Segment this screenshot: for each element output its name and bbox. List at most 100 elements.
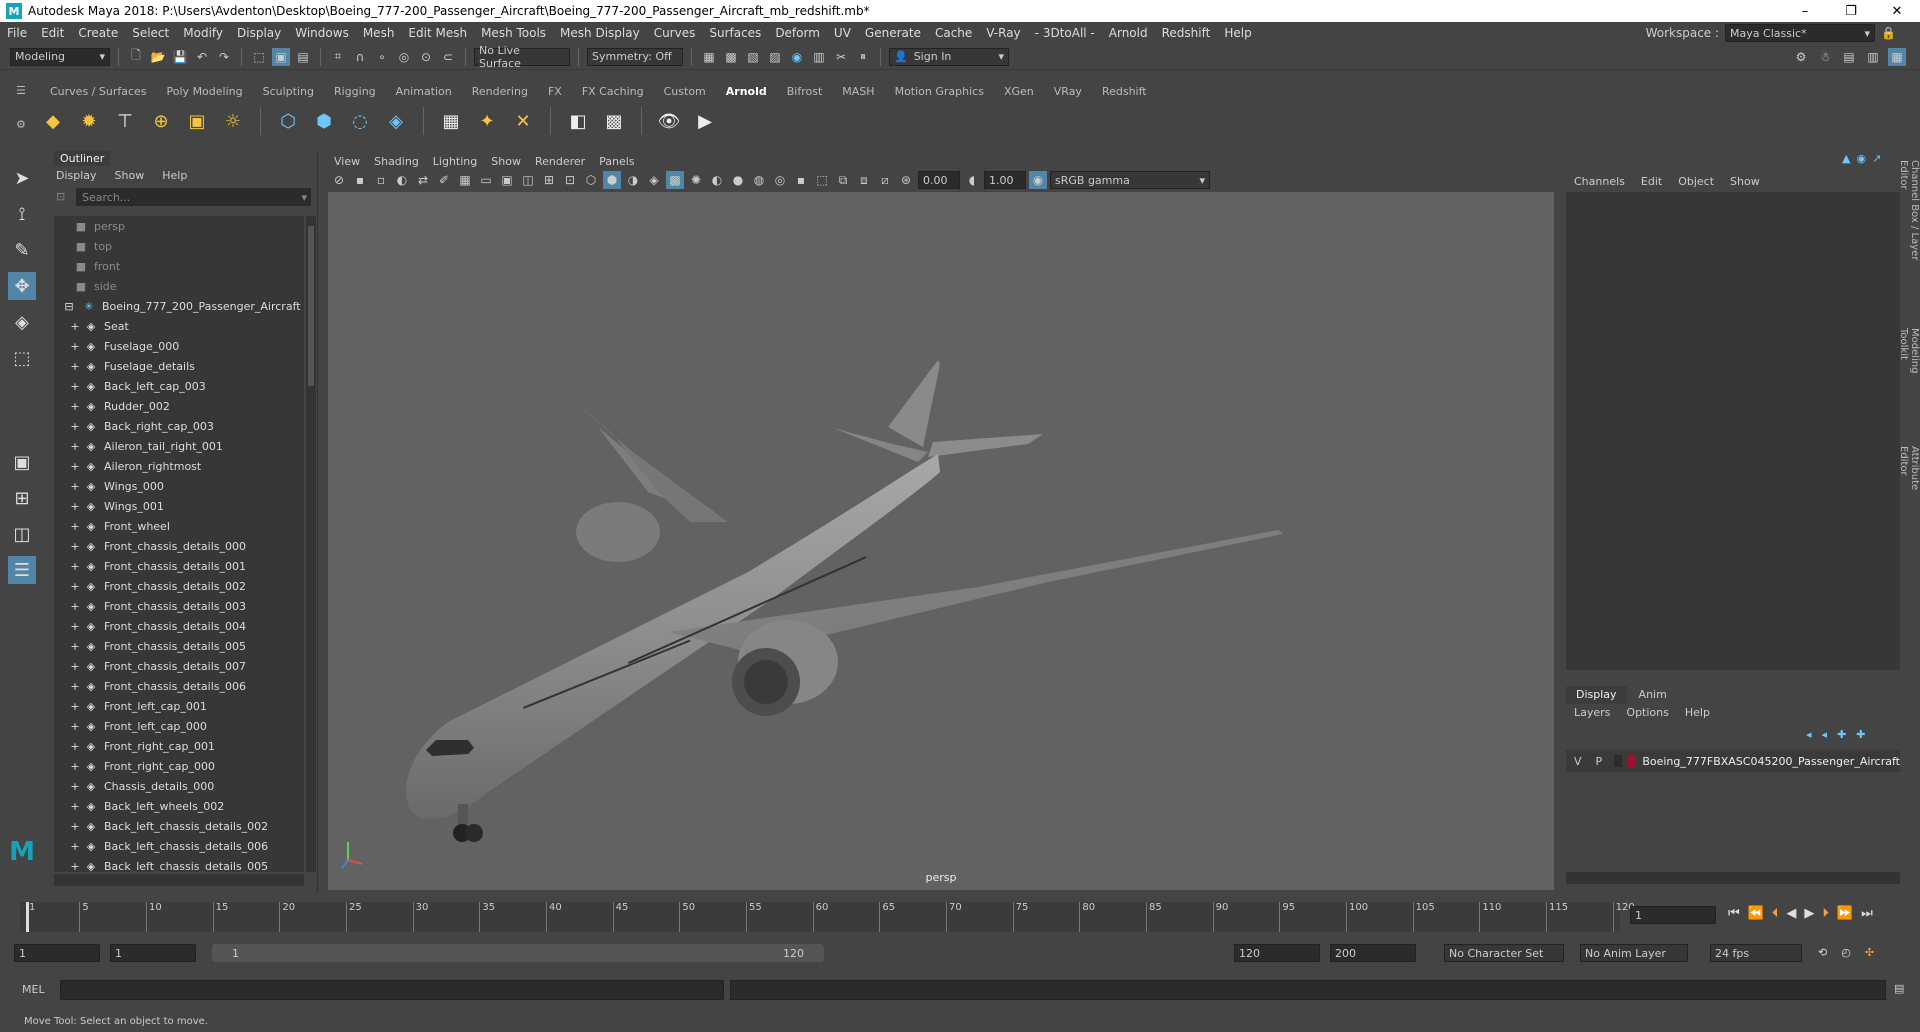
expand-icon[interactable]: + (70, 520, 80, 533)
select-tool-icon[interactable]: ➤ (8, 164, 36, 192)
scroll-thumb[interactable] (308, 226, 314, 386)
redo-icon[interactable]: ↷ (215, 48, 233, 66)
grease-pencil-icon[interactable]: ✐ (435, 171, 453, 189)
render-frame-icon[interactable]: ▦ (700, 48, 718, 66)
close-button[interactable]: ✕ (1874, 4, 1920, 19)
move-tool-icon[interactable]: ✥ (8, 272, 36, 300)
mode-select[interactable]: Modeling ▾ (10, 47, 110, 66)
exposure-field[interactable]: 0.00 (918, 171, 960, 189)
viewport-menu-panels[interactable]: Panels (599, 155, 634, 168)
outliner-layout-icon[interactable]: ☰ (8, 556, 36, 584)
channel-box-toggle-icon[interactable]: ▲ (1842, 152, 1850, 165)
shadows-icon[interactable]: ◐ (708, 171, 726, 189)
snap-view-icon[interactable]: ◎ (395, 48, 413, 66)
shelf-gear-icon[interactable]: ⚙ (16, 118, 26, 131)
hypershade-icon[interactable]: ◉ (788, 48, 806, 66)
outliner-item[interactable]: + ◈ Front_left_cap_000 (54, 716, 304, 736)
depth-of-field-icon[interactable]: ▪ (792, 171, 810, 189)
outliner-item[interactable]: + ◈ Front_chassis_details_006 (54, 676, 304, 696)
outliner-item[interactable]: + ◈ Front_right_cap_001 (54, 736, 304, 756)
shelf-tab-vray[interactable]: VRay (1044, 82, 1092, 102)
step-back-frame-icon[interactable]: ⏴ (1772, 906, 1779, 921)
outliner-item[interactable]: + ◈ Front_chassis_details_002 (54, 576, 304, 596)
area-light-icon[interactable]: ◆ (40, 108, 66, 134)
shelf-tab-animation[interactable]: Animation (386, 82, 462, 102)
shelf-tab-rendering[interactable]: Rendering (462, 82, 538, 102)
two-d-pan-icon[interactable]: ⇄ (414, 171, 432, 189)
tool-settings-toggle-icon[interactable]: ↗ (1872, 152, 1881, 165)
layer-menu-options[interactable]: Options (1626, 706, 1668, 719)
expand-icon[interactable]: + (70, 660, 80, 673)
fps-select[interactable]: 24 fps (1710, 944, 1802, 962)
play-backward-icon[interactable]: ◀ (1786, 906, 1796, 921)
create-volume-icon[interactable]: ◈ (383, 108, 409, 134)
four-view-icon[interactable]: ⊞ (8, 484, 36, 512)
outliner-item[interactable]: + ◈ Aileron_rightmost (54, 456, 304, 476)
auto-key-icon[interactable]: ◴ (1841, 946, 1851, 959)
smooth-shade-icon[interactable]: ⬢ (603, 171, 621, 189)
outliner-item[interactable]: + ◈ Fuselage_details (54, 356, 304, 376)
snap-point-icon[interactable]: ∘ (373, 48, 391, 66)
channel-menu-object[interactable]: Object (1678, 175, 1714, 188)
redshift-icon[interactable]: ✂ (832, 48, 850, 66)
menu-curves[interactable]: Curves (647, 26, 703, 40)
outliner-item[interactable]: + ◈ Back_left_chassis_details_002 (54, 816, 304, 836)
outliner-item[interactable]: + ◈ Front_right_cap_000 (54, 756, 304, 776)
mesh-light-icon[interactable]: ✹ (76, 108, 102, 134)
menu-modify[interactable]: Modify (176, 26, 230, 40)
expand-icon[interactable]: + (70, 320, 80, 333)
character-controls-icon[interactable]: ☃ (1816, 48, 1834, 66)
play-forward-icon[interactable]: ▶ (1804, 906, 1814, 921)
time-ruler[interactable]: 1 5 10 15 20 25 30 35 40 45 50 55 60 65 70 75 80 85 90 95 10… (20, 902, 1635, 932)
select-component-icon[interactable]: ▤ (294, 48, 312, 66)
field-chart-icon[interactable]: ⊞ (540, 171, 558, 189)
expand-icon[interactable]: + (70, 580, 80, 593)
outliner-item[interactable]: + ◈ Chassis_details_000 (54, 776, 304, 796)
menu-create[interactable]: Create (71, 26, 125, 40)
bookmark-icon[interactable]: ▫ (372, 171, 390, 189)
skydome-light-icon[interactable]: ⊕ (148, 108, 174, 134)
menu-v-ray[interactable]: V-Ray (979, 26, 1027, 40)
modeling-toolkit-icon[interactable]: ⚙ (1792, 48, 1810, 66)
workspace-select[interactable]: Maya Classic* ▾ (1725, 24, 1876, 42)
expand-icon[interactable]: + (70, 860, 80, 873)
tool-settings-icon[interactable]: ▥ (1864, 48, 1882, 66)
filter-icon[interactable]: ⊡ (56, 190, 65, 203)
channel-box-icon[interactable]: ▦ (1888, 47, 1906, 66)
animation-end-field[interactable]: 200 (1330, 944, 1416, 962)
layer-move-down-icon[interactable]: ◂ (1822, 728, 1828, 741)
channel-box-area[interactable] (1566, 192, 1900, 670)
menu-redshift[interactable]: Redshift (1155, 26, 1218, 40)
channel-menu-edit[interactable]: Edit (1641, 175, 1662, 188)
texture-icon[interactable]: ▦ (438, 108, 464, 134)
new-layer-selected-icon[interactable]: ✚ (1856, 728, 1865, 741)
arnold-render-icon[interactable]: ▥ (810, 48, 828, 66)
menu-windows[interactable]: Windows (288, 26, 356, 40)
outliner-item[interactable]: + ◈ Back_left_wheels_002 (54, 796, 304, 816)
outliner-item[interactable]: + ◈ Front_chassis_details_004 (54, 616, 304, 636)
attribute-toggle-icon[interactable]: ◉ (1856, 152, 1866, 165)
menu-edit-mesh[interactable]: Edit Mesh (401, 26, 474, 40)
symmetry-field[interactable]: Symmetry: Off (587, 47, 683, 66)
layer-row[interactable]: V P Boeing_777FBXASC045200_Passenger_Air… (1566, 750, 1900, 772)
play-render-icon[interactable]: ▶ (692, 108, 718, 134)
lasso-tool-icon[interactable]: ⟟ (8, 200, 36, 228)
outliner-menu-help[interactable]: Help (162, 169, 187, 182)
wireframe-icon[interactable]: ⬡ (582, 171, 600, 189)
render-view-icon[interactable]: 👁 (656, 108, 682, 134)
shelf-tab-custom[interactable]: Custom (654, 82, 716, 102)
outliner-item[interactable]: + ◈ Front_chassis_details_000 (54, 536, 304, 556)
expand-icon[interactable]: + (70, 340, 80, 353)
xray-joints-icon[interactable]: ⧈ (855, 171, 873, 189)
snap-curve-icon[interactable]: ∩ (351, 48, 369, 66)
expand-icon[interactable]: + (70, 540, 80, 553)
layer-tab-display[interactable]: Display (1566, 686, 1627, 704)
outliner-item[interactable]: + ◈ Front_chassis_details_007 (54, 656, 304, 676)
expand-icon[interactable]: + (70, 720, 80, 733)
playback-start-field[interactable]: 1 (110, 944, 196, 962)
3d-viewport[interactable]: persp (328, 192, 1554, 890)
backface-icon[interactable]: ⧄ (876, 171, 894, 189)
expand-icon[interactable]: + (70, 740, 80, 753)
anti-aliasing-icon[interactable]: ◎ (771, 171, 789, 189)
standin-icon[interactable]: ⬡ (275, 108, 301, 134)
